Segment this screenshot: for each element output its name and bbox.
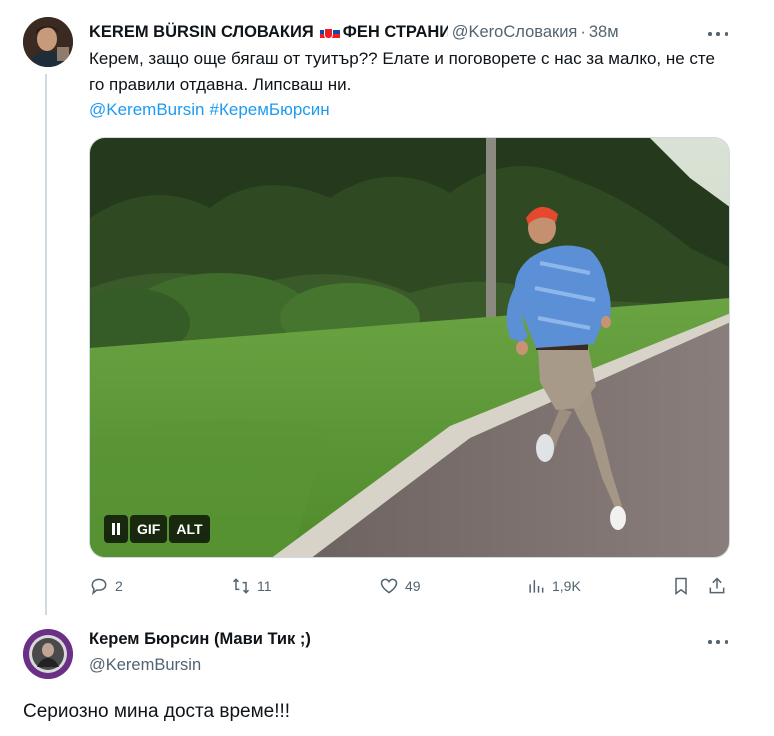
gif-controls: GIF ALT (104, 515, 210, 543)
reply-text: Сериозно мина доста време!!! (23, 701, 291, 722)
retweet-count: 11 (257, 578, 272, 594)
more-options-button[interactable] (708, 24, 728, 44)
reply-author-name[interactable]: Керем Бюрсин (Мави Тик ;) (89, 630, 311, 649)
tweet-header: KEREM BÜRSIN СЛОВАКИЯ ФЕН СТРАНИЦА @Kero… (89, 20, 729, 44)
gif-frame-running-man (90, 138, 729, 557)
views-button[interactable]: 1,9K (526, 571, 581, 601)
reply-button[interactable]: 2 (89, 571, 123, 601)
share-icon (709, 577, 725, 594)
views-count: 1,9K (552, 578, 581, 594)
avatar-image (23, 17, 73, 67)
like-count: 49 (405, 578, 421, 594)
reply-icon (91, 578, 107, 596)
more-horizontal-icon (708, 24, 728, 44)
retweet-button[interactable]: 11 (231, 571, 272, 601)
tweet-action-bar: 2 11 49 1,9K (89, 571, 729, 601)
gif-badge: GIF (130, 515, 168, 543)
bookmark-button[interactable] (671, 571, 697, 601)
like-button[interactable]: 49 (379, 571, 421, 601)
separator-dot: · (580, 22, 586, 41)
avatar-image (23, 629, 73, 679)
author-avatar[interactable] (23, 17, 73, 67)
views-chart-icon (529, 580, 544, 593)
more-horizontal-icon (708, 632, 728, 652)
author-name-suffix[interactable]: ФЕН СТРАНИЦА (343, 23, 448, 42)
alt-text-button[interactable]: ALT (169, 515, 210, 543)
bookmark-icon (675, 577, 687, 595)
author-name[interactable]: KEREM BÜRSIN СЛОВАКИЯ (89, 23, 314, 42)
reply-author-handle[interactable]: @KeremBursin (89, 656, 201, 675)
hashtag-link[interactable]: #КеремБюрсин (210, 100, 330, 119)
reply-count: 2 (115, 578, 123, 594)
tweet-links: @KeremBursin #КеремБюрсин (89, 97, 335, 123)
tweet-text: Керем, защо още бягаш от туитър?? Елате … (89, 49, 715, 94)
tweet-timestamp[interactable]: 38м (589, 23, 619, 42)
pause-button[interactable] (104, 515, 128, 543)
slovakia-flag-icon (319, 25, 340, 39)
author-handle[interactable]: @KeroСловакия (452, 23, 578, 42)
pause-icon (111, 523, 121, 535)
share-button[interactable] (707, 571, 733, 601)
reply-more-options-button[interactable] (708, 632, 728, 652)
thread-connector-line (45, 74, 47, 615)
reply-author-avatar[interactable] (23, 629, 73, 679)
retweet-icon (232, 578, 250, 594)
heart-icon (380, 578, 398, 594)
gif-media[interactable]: GIF ALT (89, 137, 730, 558)
mention-link[interactable]: @KeremBursin (89, 100, 205, 119)
